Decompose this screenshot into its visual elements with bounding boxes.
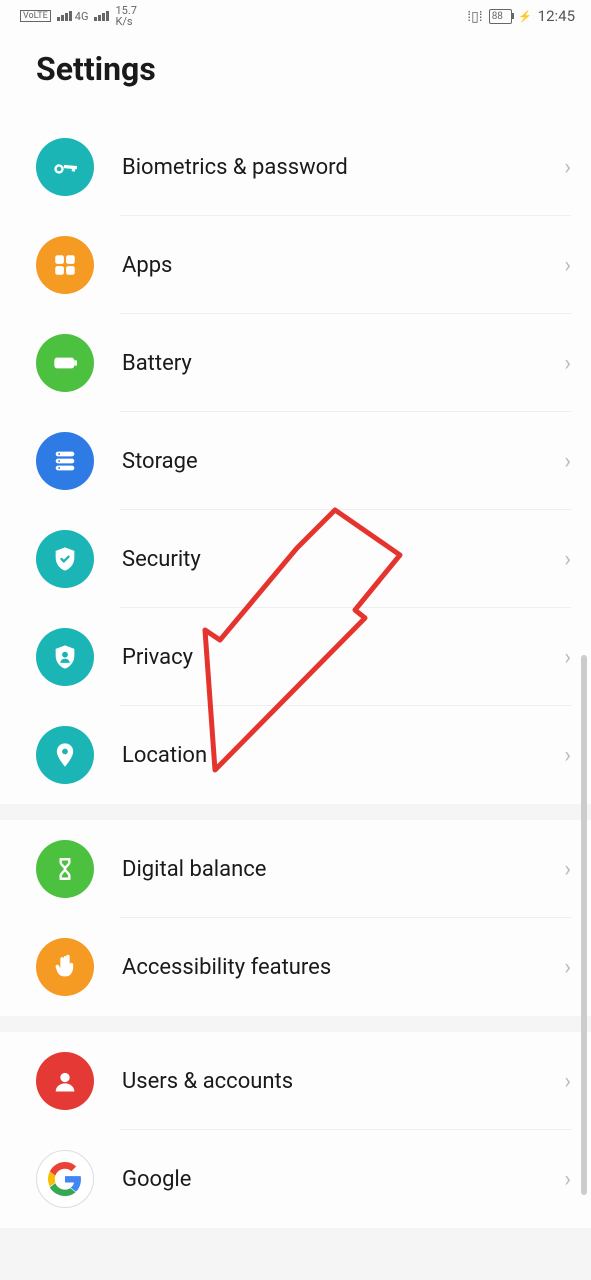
hourglass-icon — [36, 840, 94, 898]
network-label: 4G — [75, 11, 89, 22]
pin-icon — [36, 726, 94, 784]
scrollbar[interactable] — [581, 655, 587, 1195]
signal-bars-4g-icon — [57, 11, 72, 21]
speed-unit: K/s — [115, 16, 136, 27]
item-label: Digital balance — [122, 857, 564, 882]
signal-bars-icon — [94, 11, 109, 21]
chevron-right-icon: › — [564, 955, 571, 980]
settings-item-biometrics[interactable]: Biometrics & password › — [0, 118, 591, 216]
item-label: Battery — [122, 351, 564, 376]
status-bar: VoLTE 4G 15.7 K/s ⁞▯⁞ 88 ⚡ 12:45 — [0, 0, 591, 32]
item-label: Users & accounts — [122, 1069, 564, 1094]
volte-icon: VoLTE — [20, 10, 51, 22]
vibrate-icon: ⁞▯⁞ — [467, 8, 482, 25]
charge-icon: ⚡ — [518, 10, 532, 23]
chevron-right-icon: › — [564, 351, 571, 376]
battery-level: 88 — [492, 11, 503, 22]
chevron-right-icon: › — [564, 1167, 571, 1192]
settings-item-google[interactable]: Google › — [0, 1130, 591, 1228]
page-header: Settings — [0, 32, 591, 118]
chevron-right-icon: › — [564, 449, 571, 474]
settings-item-storage[interactable]: Storage › — [0, 412, 591, 510]
status-time: 12:45 — [538, 7, 575, 25]
settings-item-apps[interactable]: Apps › — [0, 216, 591, 314]
item-label: Accessibility features — [122, 955, 564, 980]
chevron-right-icon: › — [564, 743, 571, 768]
item-label: Apps — [122, 253, 564, 278]
chevron-right-icon: › — [564, 645, 571, 670]
settings-item-privacy[interactable]: Privacy › — [0, 608, 591, 706]
item-label: Google — [122, 1167, 564, 1192]
chevron-right-icon: › — [564, 857, 571, 882]
item-label: Storage — [122, 449, 564, 474]
settings-item-accessibility[interactable]: Accessibility features › — [0, 918, 591, 1016]
settings-section-3: Users & accounts › Google › — [0, 1032, 591, 1228]
settings-item-security[interactable]: Security › — [0, 510, 591, 608]
settings-item-battery[interactable]: Battery › — [0, 314, 591, 412]
user-icon — [36, 1052, 94, 1110]
item-label: Location — [122, 743, 564, 768]
chevron-right-icon: › — [564, 547, 571, 572]
key-icon — [36, 138, 94, 196]
chevron-right-icon: › — [564, 1069, 571, 1094]
google-icon — [36, 1150, 94, 1208]
storage-icon — [36, 432, 94, 490]
settings-item-location[interactable]: Location › — [0, 706, 591, 804]
speed-indicator: 15.7 K/s — [115, 5, 136, 27]
item-label: Biometrics & password — [122, 155, 564, 180]
apps-icon — [36, 236, 94, 294]
shield-check-icon — [36, 530, 94, 588]
battery-item-icon — [36, 334, 94, 392]
item-label: Privacy — [122, 645, 564, 670]
status-left: VoLTE 4G 15.7 K/s — [20, 5, 137, 27]
settings-section-1: Biometrics & password › Apps › Battery ›… — [0, 118, 591, 804]
chevron-right-icon: › — [564, 253, 571, 278]
battery-icon: 88 — [489, 9, 512, 24]
status-right: ⁞▯⁞ 88 ⚡ 12:45 — [467, 7, 575, 25]
settings-item-users[interactable]: Users & accounts › — [0, 1032, 591, 1130]
settings-section-2: Digital balance › Accessibility features… — [0, 820, 591, 1016]
page-title: Settings — [36, 50, 555, 88]
hand-icon — [36, 938, 94, 996]
item-label: Security — [122, 547, 564, 572]
shield-user-icon — [36, 628, 94, 686]
chevron-right-icon: › — [564, 155, 571, 180]
settings-item-digital-balance[interactable]: Digital balance › — [0, 820, 591, 918]
